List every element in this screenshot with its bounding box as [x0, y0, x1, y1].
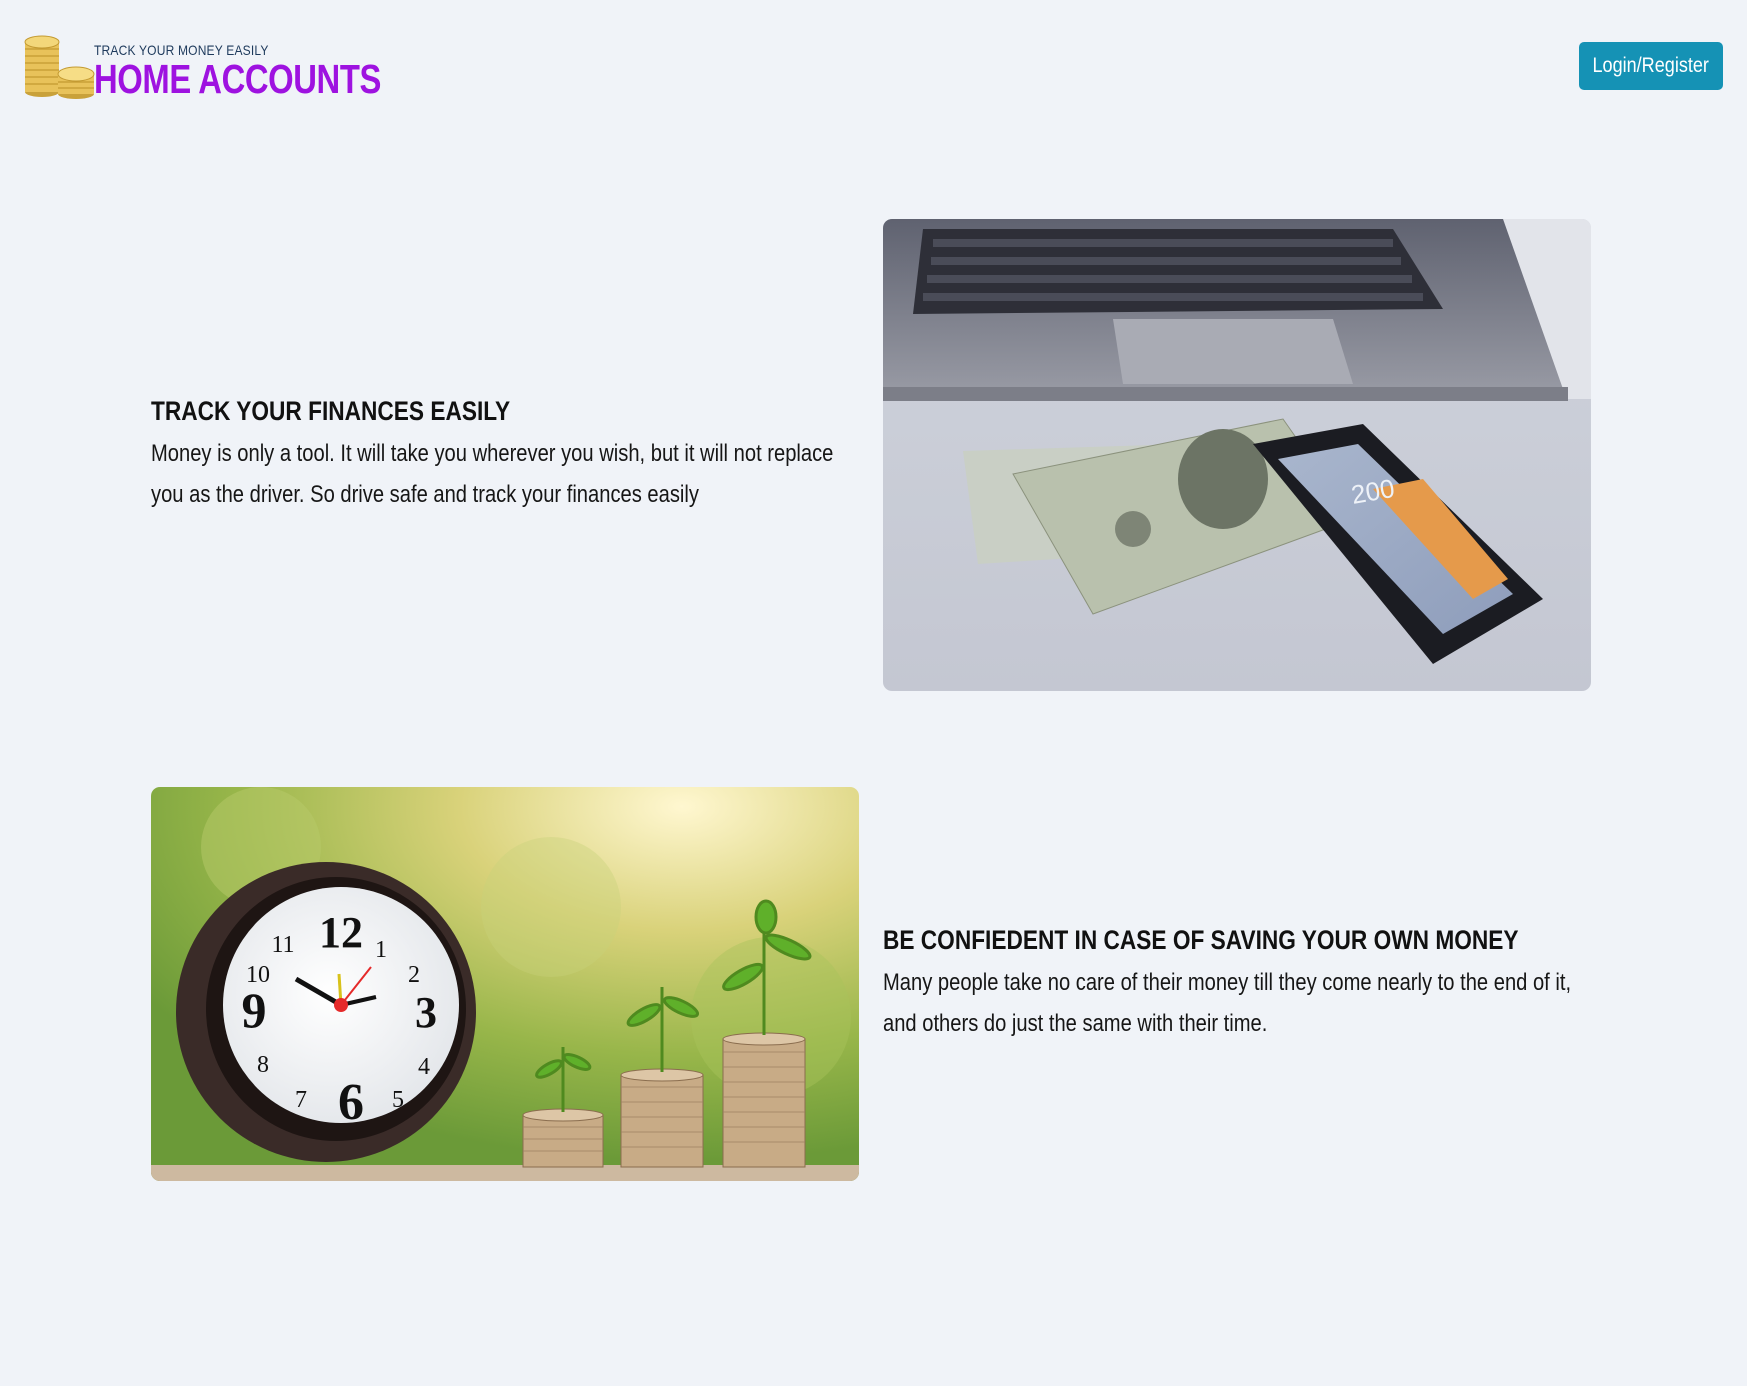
- svg-text:9: 9: [242, 982, 267, 1038]
- login-register-button[interactable]: Login/Register: [1579, 42, 1723, 90]
- svg-text:3: 3: [415, 988, 437, 1037]
- brand-logo[interactable]: TRACK YOUR MONEY EASILY HOME ACCOUNTS: [22, 32, 381, 102]
- svg-text:4: 4: [418, 1054, 430, 1080]
- section-text: Money is only a tool. It will take you w…: [151, 440, 834, 508]
- coins-icon: [24, 35, 95, 99]
- svg-text:5: 5: [392, 1087, 404, 1113]
- svg-text:11: 11: [271, 932, 294, 958]
- feature-section-track: TRACK YOUR FINANCES EASILY Money is only…: [151, 396, 991, 515]
- svg-text:7: 7: [295, 1087, 307, 1113]
- section-heading: BE CONFIEDENT IN CASE OF SAVING YOUR OWN…: [883, 925, 1519, 955]
- clock-coins-plants-photo: 12 1 2 3 4 5 6 7 8 9 10 11: [151, 787, 859, 1181]
- feature-section-saving: BE CONFIEDENT IN CASE OF SAVING YOUR OWN…: [883, 925, 1723, 1044]
- svg-text:8: 8: [257, 1052, 269, 1078]
- svg-text:1: 1: [375, 937, 387, 963]
- section-heading: TRACK YOUR FINANCES EASILY: [151, 396, 511, 426]
- svg-text:10: 10: [246, 962, 270, 988]
- brand-title: HOME ACCOUNTS: [94, 56, 381, 102]
- section-text: Many people take no care of their money …: [883, 969, 1572, 1037]
- laptop-cash-calculator-photo: 200: [883, 219, 1591, 691]
- svg-text:2: 2: [408, 962, 420, 988]
- svg-text:6: 6: [338, 1074, 364, 1131]
- svg-text:12: 12: [319, 908, 363, 957]
- login-register-label: Login/Register: [1592, 54, 1710, 77]
